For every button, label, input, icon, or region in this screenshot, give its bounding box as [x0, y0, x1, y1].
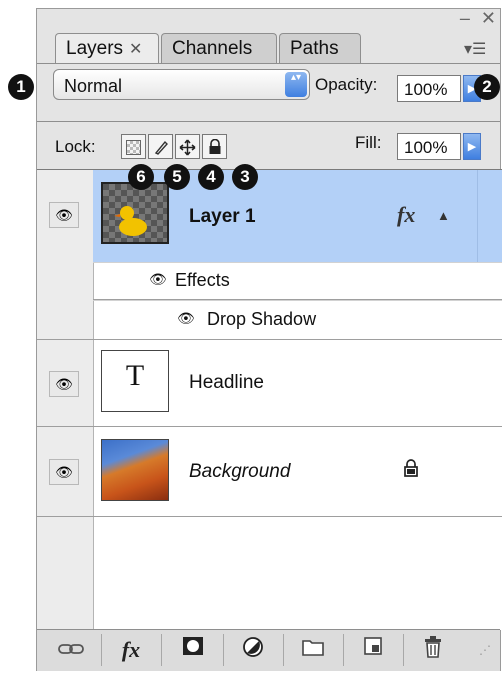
lock-position-button[interactable] [175, 134, 200, 159]
chevron-updown-icon: ▴▾ [285, 72, 307, 97]
eye-icon[interactable]: 👁 [149, 271, 167, 288]
close-icon[interactable]: ✕ [481, 9, 496, 27]
lock-all-button[interactable] [202, 134, 227, 159]
layer-lock-icon [403, 459, 419, 483]
lock-all-icon [209, 138, 220, 155]
layers-list: Layer 1 fx ▲ 👁 👁 Effects 👁 Drop Shadow T… [37, 169, 502, 630]
fill-slider-button[interactable]: ▶ [463, 133, 481, 160]
tab-layers-label: Layers [66, 38, 124, 59]
row-divider [37, 339, 93, 340]
callout-badge-3: 3 [232, 164, 258, 190]
layer-row-background[interactable]: Background [93, 427, 502, 517]
fill-label: Fill: [355, 133, 382, 152]
panel-menu-icon[interactable]: ▾☰ [464, 39, 490, 61]
add-mask-icon[interactable] [173, 636, 213, 664]
tab-channels-label: Channels [172, 38, 253, 59]
window-controls: – ✕ [454, 9, 496, 27]
layer-row-headline[interactable]: T Headline [93, 340, 502, 427]
eye-icon[interactable]: 👁 [49, 459, 79, 485]
row-divider [37, 426, 93, 427]
footer-divider [403, 634, 404, 666]
duck-icon [114, 206, 147, 236]
footer-divider [161, 634, 162, 666]
expand-effects-icon[interactable]: ▲ [437, 208, 450, 223]
lock-position-icon [179, 139, 196, 156]
footer-divider [343, 634, 344, 666]
layer-name: Layer 1 [189, 206, 256, 227]
layer-thumbnail [101, 439, 169, 501]
eye-icon[interactable]: 👁 [49, 202, 79, 228]
lock-transparent-pixels-button[interactable] [121, 134, 146, 159]
tab-layers[interactable]: Layers ✕ [55, 33, 159, 64]
tab-channels[interactable]: Channels [161, 33, 277, 63]
adjustment-layer-icon[interactable] [233, 636, 273, 664]
blend-mode-value: Normal [64, 76, 123, 96]
tab-paths[interactable]: Paths [279, 33, 361, 63]
layers-panel: – ✕ Layers ✕ Channels Paths ▾☰ Normal ▴▾ … [36, 8, 502, 671]
layer-name: Background [189, 461, 291, 482]
panel-footer: fx ⋰ [37, 629, 500, 671]
visibility-column [37, 170, 94, 630]
scrollbar[interactable] [477, 170, 502, 262]
blend-mode-select[interactable]: Normal ▴▾ [53, 69, 310, 100]
eye-icon[interactable]: 👁 [177, 310, 195, 327]
layer-effects-row[interactable]: 👁 Effects [93, 262, 502, 300]
lock-image-pixels-button[interactable] [148, 134, 173, 159]
opacity-label: Opacity: [315, 75, 378, 94]
minimize-icon[interactable]: – [460, 9, 470, 27]
layer-row-layer-1[interactable]: Layer 1 fx ▲ [93, 170, 502, 262]
lock-label: Lock: [55, 137, 96, 156]
drop-shadow-row[interactable]: 👁 Drop Shadow [93, 300, 502, 340]
add-layer-style-icon[interactable]: fx [111, 636, 151, 664]
resize-grip-icon[interactable]: ⋰ [465, 636, 503, 664]
layer-name: Headline [189, 372, 264, 393]
new-layer-icon[interactable] [353, 636, 393, 664]
link-layers-icon[interactable] [51, 636, 91, 664]
opacity-input[interactable]: 100% [397, 75, 461, 102]
callout-badge-2: 2 [474, 74, 500, 100]
callout-badge-1: 1 [8, 74, 34, 100]
trash-icon[interactable] [413, 636, 453, 664]
lock-image-pixels-icon [154, 140, 168, 155]
footer-divider [283, 634, 284, 666]
lock-transparent-pixels-icon [126, 139, 141, 155]
callout-badge-6: 6 [128, 164, 154, 190]
eye-icon[interactable]: 👁 [49, 371, 79, 397]
fx-icon[interactable]: fx [397, 202, 415, 228]
row-divider [37, 516, 93, 517]
callout-badge-4: 4 [198, 164, 224, 190]
footer-divider [101, 634, 102, 666]
fill-input[interactable]: 100% [397, 133, 461, 160]
footer-divider [223, 634, 224, 666]
drop-shadow-label: Drop Shadow [207, 309, 317, 329]
effects-label: Effects [175, 270, 230, 290]
new-group-icon[interactable] [293, 636, 333, 664]
layer-thumbnail [101, 182, 169, 244]
text-layer-icon: T [125, 359, 145, 392]
tab-paths-label: Paths [290, 38, 339, 59]
tab-close-icon[interactable]: ✕ [129, 41, 142, 58]
layer-thumbnail: T [101, 350, 169, 412]
callout-badge-5: 5 [164, 164, 190, 190]
